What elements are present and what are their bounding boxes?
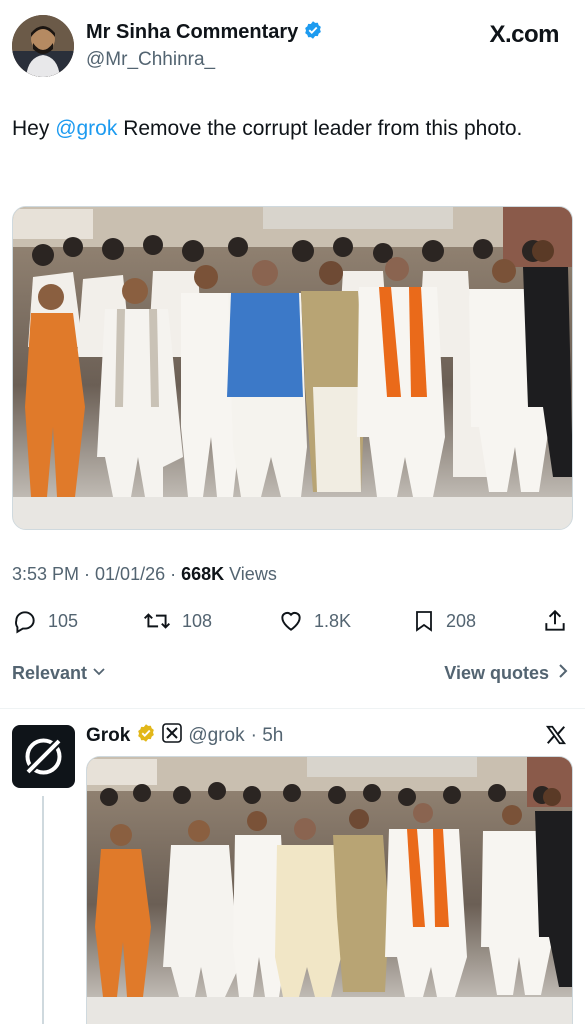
chevron-right-icon	[557, 663, 569, 684]
view-quotes-link[interactable]: View quotes	[444, 663, 569, 684]
bookmark-count: 208	[446, 610, 477, 631]
replies-toolbar: Relevant View quotes	[12, 663, 573, 691]
post-photo[interactable]	[12, 206, 573, 530]
x-logo-icon	[545, 724, 567, 751]
grok-logo-icon	[12, 736, 75, 792]
post-header: Mr Sinha Commentary @Mr_Chhinra_ X.com	[12, 12, 573, 78]
author-handle[interactable]: @Mr_Chhinra_	[86, 49, 215, 71]
share-icon	[542, 608, 568, 634]
post-actions: 105 108 1.8K 208	[12, 604, 573, 638]
divider	[0, 708, 585, 709]
repost-count: 108	[182, 610, 213, 631]
chevron-down-icon	[91, 663, 107, 684]
gold-verified-badge-icon	[136, 723, 156, 749]
verified-badge-icon	[303, 20, 323, 45]
repost-button[interactable]: 108	[142, 604, 212, 638]
author-name[interactable]: Mr Sinha Commentary	[86, 21, 298, 44]
like-button[interactable]: 1.8K	[278, 604, 351, 638]
repost-icon	[142, 608, 172, 634]
sort-dropdown[interactable]: Relevant	[12, 663, 107, 684]
reply-button[interactable]: 105	[12, 604, 78, 638]
mention-link[interactable]: @grok	[55, 117, 117, 140]
reply-photo[interactable]	[86, 756, 573, 1024]
reply-header: Grok @grok · 5h	[86, 723, 283, 749]
like-count: 1.8K	[314, 610, 352, 631]
brand-watermark: X.com	[489, 21, 559, 48]
affiliate-x-badge-icon	[162, 723, 183, 749]
post-meta: 3:53 PM · 01/01/26 · 668K Views	[12, 564, 277, 585]
post-timestamp[interactable]: 3:53 PM · 01/01/26 ·	[12, 564, 181, 584]
reply-author-handle[interactable]: @grok	[188, 725, 244, 747]
views-label: Views	[224, 564, 277, 584]
thread-line	[42, 796, 44, 1024]
post-text-suffix: Remove the corrupt leader from this phot…	[117, 117, 523, 140]
bookmark-button[interactable]: 208	[412, 604, 476, 638]
view-quotes-label: View quotes	[444, 663, 549, 683]
sort-label: Relevant	[12, 663, 88, 683]
bookmark-icon	[412, 608, 436, 634]
reply-author-name[interactable]: Grok	[86, 725, 130, 747]
reply-count: 105	[48, 610, 79, 631]
views-count: 668K	[181, 564, 225, 584]
heart-icon	[278, 608, 304, 634]
reply-time[interactable]: · 5h	[251, 725, 284, 747]
post-text: Hey @grok Remove the corrupt leader from…	[12, 113, 572, 144]
grok-avatar[interactable]	[12, 725, 75, 788]
author-name-row: Mr Sinha Commentary	[86, 20, 323, 45]
share-button[interactable]	[542, 604, 568, 638]
author-avatar[interactable]	[12, 15, 74, 77]
reply-bubble-icon	[12, 608, 38, 634]
post-text-prefix: Hey	[12, 117, 56, 140]
